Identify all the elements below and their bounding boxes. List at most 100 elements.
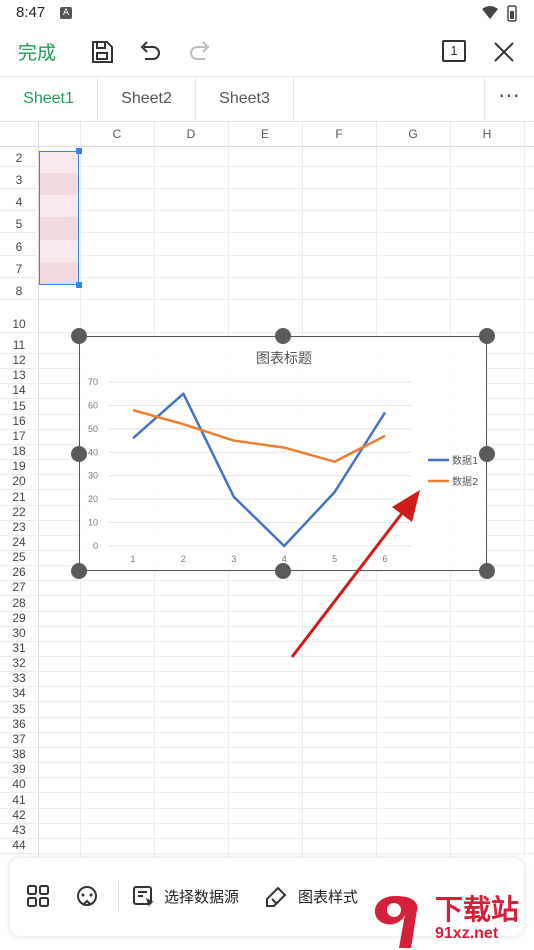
column-header-h[interactable]: H <box>450 122 524 146</box>
resize-handle-left[interactable] <box>71 446 87 462</box>
row-header[interactable]: 35 <box>0 702 38 716</box>
column-header-g[interactable]: G <box>376 122 450 146</box>
notification-icon: A <box>60 7 72 19</box>
row-header[interactable]: 43 <box>0 823 38 837</box>
row-header[interactable]: 10 <box>0 317 38 331</box>
layout-grid-icon[interactable] <box>26 884 50 908</box>
divider <box>118 882 119 910</box>
y-tick-label: 60 <box>88 400 98 410</box>
row-header[interactable]: 25 <box>0 550 38 564</box>
y-tick-label: 40 <box>88 447 98 457</box>
row-header[interactable]: 12 <box>0 353 38 367</box>
row-header[interactable]: 27 <box>0 580 38 594</box>
y-tick-label: 20 <box>88 494 98 504</box>
row-header[interactable]: 20 <box>0 474 38 488</box>
row-header[interactable]: 6 <box>0 240 38 254</box>
selection-handle-top[interactable] <box>76 148 82 154</box>
tab-sheet3[interactable]: Sheet3 <box>196 77 294 121</box>
toolbar: 完成 1 <box>0 28 534 76</box>
row-header[interactable]: 30 <box>0 626 38 640</box>
row-header[interactable]: 32 <box>0 656 38 670</box>
y-tick-label: 0 <box>93 541 98 551</box>
column-header-c[interactable]: C <box>80 122 154 146</box>
row-header[interactable]: 40 <box>0 777 38 791</box>
selection-handle-bottom[interactable] <box>76 282 82 288</box>
site-watermark: 下载站 91xz.net <box>365 888 533 950</box>
watermark-url: 91xz.net <box>435 925 499 942</box>
resize-handle-top[interactable] <box>275 328 291 344</box>
brush-icon <box>266 886 287 907</box>
watermark-brand: 下载站 <box>435 893 520 926</box>
chart-style-label: 图表样式 <box>298 888 359 906</box>
resize-handle-top-right[interactable] <box>479 328 495 344</box>
resize-handle-right[interactable] <box>479 446 495 462</box>
row-header[interactable]: 8 <box>0 284 38 298</box>
close-icon[interactable] <box>490 38 518 66</box>
y-tick-label: 50 <box>88 424 98 434</box>
row-header[interactable]: 41 <box>0 793 38 807</box>
row-header[interactable]: 31 <box>0 641 38 655</box>
row-header[interactable]: 16 <box>0 414 38 428</box>
row-header[interactable]: 33 <box>0 671 38 685</box>
site-logo-icon <box>374 896 418 948</box>
row-header[interactable]: 29 <box>0 611 38 625</box>
row-header[interactable]: 15 <box>0 399 38 413</box>
more-icon[interactable]: ··· <box>484 77 534 121</box>
save-icon[interactable] <box>88 38 116 66</box>
column-header-d[interactable]: D <box>154 122 228 146</box>
resize-handle-bottom-left[interactable] <box>71 563 87 579</box>
legend-label: 数据1 <box>452 454 478 467</box>
row-header[interactable]: 37 <box>0 732 38 746</box>
selection-range[interactable] <box>39 151 79 285</box>
column-header-e[interactable]: E <box>228 122 302 146</box>
row-header[interactable]: 2 <box>0 151 38 165</box>
row-header[interactable]: 23 <box>0 520 38 534</box>
row-header[interactable]: 39 <box>0 762 38 776</box>
resize-handle-top-left[interactable] <box>71 328 87 344</box>
row-header[interactable]: 26 <box>0 565 38 579</box>
undo-icon[interactable] <box>136 38 164 66</box>
row-header[interactable]: 11 <box>0 338 38 352</box>
row-header[interactable]: 13 <box>0 368 38 382</box>
annotation-arrow <box>290 490 420 658</box>
row-header[interactable]: 3 <box>0 173 38 187</box>
row-header[interactable]: 42 <box>0 808 38 822</box>
redo-icon[interactable] <box>186 38 214 66</box>
x-tick-label: 1 <box>130 554 135 564</box>
chart-title: 图表标题 <box>256 351 312 367</box>
done-button[interactable]: 完成 <box>18 38 56 65</box>
y-tick-label: 70 <box>88 377 98 387</box>
row-header[interactable]: 5 <box>0 217 38 231</box>
tab-sheet2[interactable]: Sheet2 <box>98 77 196 121</box>
x-tick-label: 3 <box>231 554 236 564</box>
row-header[interactable]: 14 <box>0 383 38 397</box>
y-tick-label: 10 <box>88 518 98 528</box>
series-line-2 <box>132 408 386 463</box>
element-style-icon[interactable] <box>74 884 100 910</box>
row-header[interactable]: 18 <box>0 444 38 458</box>
row-header[interactable]: 44 <box>0 838 38 852</box>
status-time: 8:47 <box>16 4 46 21</box>
status-bar: 8:47 A <box>0 0 534 28</box>
wifi-battery-icon <box>482 5 517 22</box>
sheet-tabs: Sheet1 Sheet2 Sheet3 ··· <box>0 76 534 122</box>
row-header[interactable]: 19 <box>0 459 38 473</box>
resize-handle-bottom-right[interactable] <box>479 563 495 579</box>
row-header[interactable]: 28 <box>0 596 38 610</box>
row-header[interactable]: 7 <box>0 262 38 276</box>
row-header[interactable]: 22 <box>0 505 38 519</box>
row-header[interactable]: 34 <box>0 686 38 700</box>
row-header[interactable]: 4 <box>0 195 38 209</box>
row-header[interactable]: 21 <box>0 490 38 504</box>
legend-label: 数据2 <box>452 475 478 488</box>
data-source-icon <box>133 886 154 907</box>
y-tick-label: 30 <box>88 471 98 481</box>
column-header-f[interactable]: F <box>302 122 376 146</box>
tab-sheet1[interactable]: Sheet1 <box>0 77 98 121</box>
select-data-source-label: 选择数据源 <box>164 888 240 906</box>
row-header[interactable]: 24 <box>0 535 38 549</box>
page-count-button[interactable]: 1 <box>442 40 466 62</box>
row-header[interactable]: 38 <box>0 747 38 761</box>
row-header[interactable]: 36 <box>0 717 38 731</box>
row-header[interactable]: 17 <box>0 429 38 443</box>
